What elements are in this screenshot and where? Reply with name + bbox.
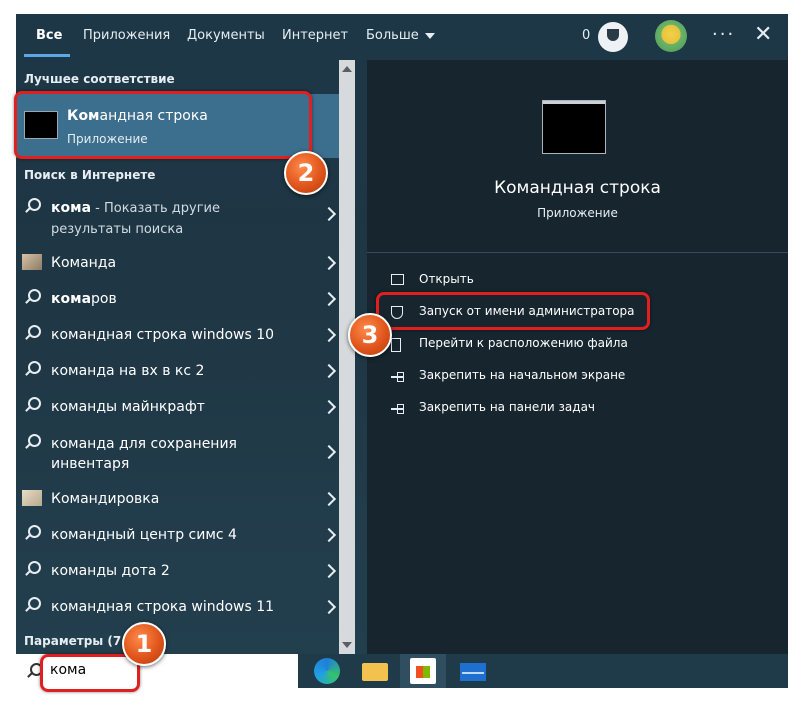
file-explorer-icon[interactable] bbox=[362, 663, 388, 681]
tab-apps[interactable]: Приложения bbox=[83, 28, 170, 43]
scrollbar[interactable] bbox=[339, 60, 355, 654]
result-bold: кома bbox=[51, 291, 92, 307]
list-item[interactable]: команда на вх в кс 2 bbox=[16, 352, 339, 388]
pin-icon bbox=[391, 402, 405, 414]
filter-tabs: Все Приложения Документы Интернет Больше… bbox=[16, 14, 788, 60]
step-3-badge: 3 bbox=[348, 313, 392, 357]
search-icon bbox=[24, 434, 41, 450]
best-match-heading: Лучшее соответствие bbox=[24, 72, 175, 86]
trophy-icon[interactable] bbox=[598, 22, 628, 52]
action-label: Перейти к расположению файла bbox=[419, 336, 628, 350]
rewards-points: 0 bbox=[582, 28, 591, 43]
list-item[interactable]: Командировка bbox=[16, 480, 339, 516]
search-icon bbox=[24, 597, 41, 613]
action-label: Закрепить на панели задач bbox=[419, 400, 596, 414]
list-item[interactable]: командная строка windows 10 bbox=[16, 316, 339, 352]
result-bold: кома bbox=[51, 200, 92, 216]
image-thumbnail bbox=[22, 490, 42, 506]
settings-heading: Параметры (7+) bbox=[24, 634, 137, 648]
result-text: команда на вх в кс 2 bbox=[51, 363, 205, 379]
result-text: командная строка windows 10 bbox=[51, 327, 275, 343]
chevron-right-icon bbox=[321, 563, 337, 579]
web-search-heading: Поиск в Интернете bbox=[24, 168, 156, 182]
folder-location-icon bbox=[391, 338, 401, 352]
store-icon[interactable] bbox=[410, 658, 436, 684]
step-2-badge: 2 bbox=[284, 151, 328, 195]
result-text: Командировка bbox=[51, 491, 160, 507]
mail-icon[interactable] bbox=[460, 663, 486, 681]
chevron-right-icon bbox=[321, 291, 337, 307]
result-text: командная строка windows 11 bbox=[51, 599, 275, 615]
avatar[interactable] bbox=[655, 20, 687, 52]
action-label: Закрепить на начальном экране bbox=[419, 368, 626, 382]
list-item[interactable]: командная строка windows 11 bbox=[16, 588, 339, 624]
preview-title: Командная строка bbox=[494, 178, 661, 198]
highlight-run-as-admin bbox=[376, 292, 650, 330]
highlight-best-match bbox=[14, 91, 312, 159]
search-icon bbox=[24, 397, 41, 413]
list-item[interactable]: Команда bbox=[16, 244, 339, 280]
chevron-down-icon bbox=[424, 32, 435, 39]
chevron-right-icon bbox=[321, 399, 337, 415]
search-icon bbox=[24, 289, 41, 305]
chevron-right-icon bbox=[321, 327, 337, 343]
image-thumbnail bbox=[22, 254, 42, 270]
chevron-right-icon bbox=[321, 363, 337, 379]
tab-internet[interactable]: Интернет bbox=[282, 28, 348, 43]
list-item[interactable]: команды дота 2 bbox=[16, 552, 339, 588]
chevron-right-icon bbox=[321, 491, 337, 507]
search-icon bbox=[24, 325, 41, 341]
command-prompt-icon bbox=[542, 100, 606, 154]
divider bbox=[367, 252, 788, 253]
edge-icon[interactable] bbox=[314, 658, 340, 684]
result-text: команда для сохранения инвентаря bbox=[51, 436, 237, 472]
action-label: Открыть bbox=[419, 272, 474, 286]
chevron-right-icon bbox=[321, 206, 337, 222]
preview-subtitle: Приложение bbox=[537, 206, 618, 220]
result-text: комаров bbox=[51, 289, 301, 309]
result-text: кома - Показать другие результаты поиска bbox=[51, 198, 301, 240]
pin-icon bbox=[391, 370, 405, 382]
chevron-right-icon bbox=[321, 444, 337, 460]
tab-more-label: Больше bbox=[366, 28, 419, 43]
scroll-up-icon[interactable] bbox=[342, 66, 352, 72]
preview-pane: Командная строка Приложение Открыть Запу… bbox=[367, 60, 788, 654]
active-tab-indicator bbox=[24, 54, 70, 57]
tab-more[interactable]: Больше bbox=[366, 28, 435, 43]
result-text: команды майнкрафт bbox=[51, 399, 205, 415]
highlight-search-input bbox=[40, 654, 140, 692]
list-item[interactable]: команды майнкрафт bbox=[16, 388, 339, 424]
more-options-icon[interactable]: ··· bbox=[712, 24, 735, 45]
search-icon bbox=[24, 561, 41, 577]
scroll-down-icon[interactable] bbox=[342, 642, 352, 648]
result-text: команды дота 2 bbox=[51, 563, 170, 579]
search-icon bbox=[24, 525, 41, 541]
list-item[interactable]: кома - Показать другие результаты поиска bbox=[16, 188, 339, 242]
result-text: командный центр симс 4 bbox=[51, 527, 237, 543]
list-item[interactable]: командный центр симс 4 bbox=[16, 516, 339, 552]
list-item[interactable]: команда для сохранения инвентаря bbox=[16, 424, 339, 478]
step-1-badge: 1 bbox=[122, 622, 166, 666]
result-text: Команда bbox=[51, 255, 117, 271]
chevron-right-icon bbox=[321, 599, 337, 615]
result-rest: ров bbox=[91, 291, 117, 307]
search-icon bbox=[24, 361, 41, 377]
list-item[interactable]: комаров bbox=[16, 280, 339, 316]
close-icon[interactable]: ✕ bbox=[754, 22, 772, 47]
open-icon bbox=[391, 274, 404, 285]
search-icon bbox=[24, 198, 41, 214]
tab-all[interactable]: Все bbox=[36, 28, 62, 43]
chevron-right-icon bbox=[321, 527, 337, 543]
chevron-right-icon bbox=[321, 255, 337, 271]
tab-documents[interactable]: Документы bbox=[187, 28, 265, 43]
